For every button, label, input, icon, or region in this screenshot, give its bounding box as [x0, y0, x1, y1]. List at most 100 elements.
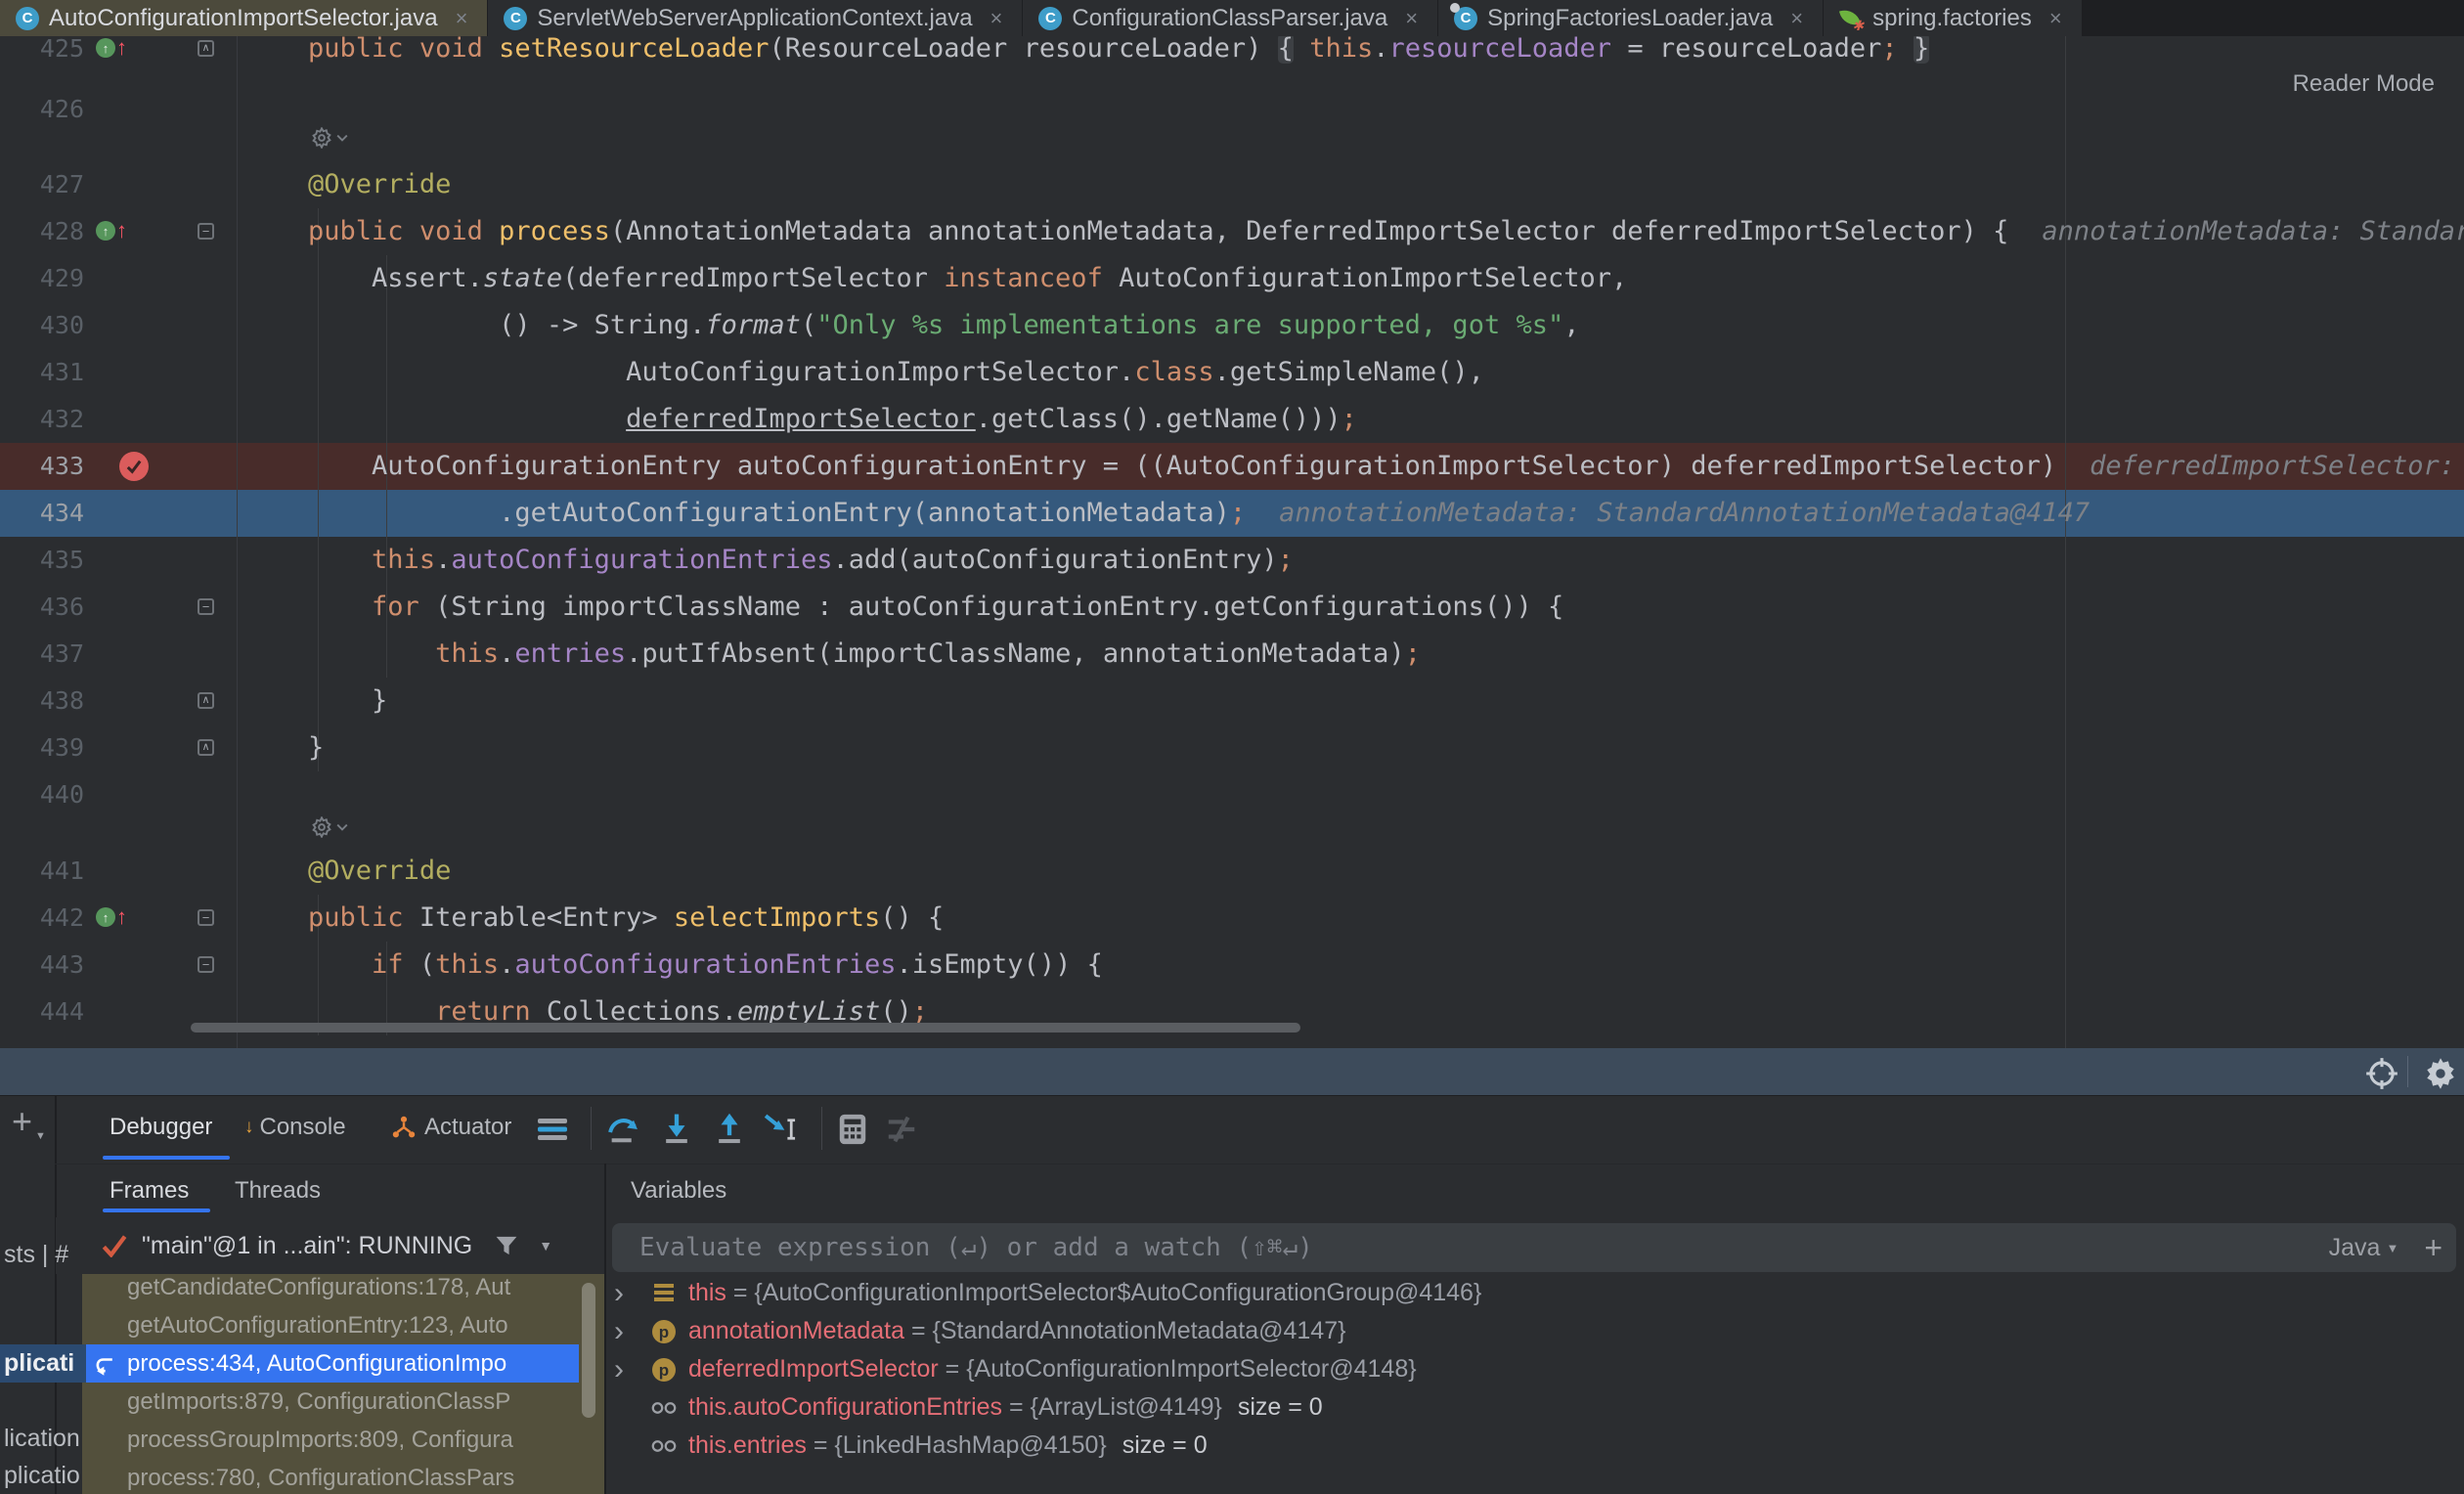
editor-tab-0[interactable]: CAutoConfigurationImportSelector.java×: [0, 0, 488, 36]
chevron-down-icon[interactable]: ▼: [2386, 1241, 2398, 1255]
filter-funnel-icon[interactable]: [494, 1234, 519, 1257]
settings-gear-icon[interactable]: [2423, 1056, 2458, 1091]
tool-tab-actuator[interactable]: Actuator: [391, 1095, 511, 1160]
editor-tab-3[interactable]: CSpringFactoriesLoader.java×: [1438, 0, 1824, 36]
rail-item-3[interactable]: plicatio: [0, 1458, 80, 1494]
line-number-434[interactable]: 434: [0, 490, 84, 537]
line-number-439[interactable]: 439: [0, 725, 84, 771]
step-into-icon[interactable]: [657, 1110, 696, 1149]
close-icon[interactable]: ×: [1405, 8, 1418, 29]
fold-collapse-icon[interactable]: −: [198, 909, 214, 926]
panel-divider[interactable]: [604, 1164, 606, 1494]
code-line-442[interactable]: public Iterable<Entry> selectImports() {: [244, 895, 944, 942]
fold-collapse-icon[interactable]: −: [198, 956, 214, 973]
evaluate-expression-input[interactable]: Evaluate expression (↵) or add a watch (…: [612, 1223, 2456, 1272]
code-line-438[interactable]: }: [244, 678, 387, 725]
frame-row-0[interactable]: getCandidateConfigurations:178, Aut: [82, 1274, 579, 1306]
frame-row-4[interactable]: processGroupImports:809, Configura: [82, 1421, 579, 1459]
variable-row-0[interactable]: ›this = {AutoConfigurationImportSelector…: [606, 1274, 2464, 1312]
rail-item-1[interactable]: plicati: [0, 1344, 86, 1383]
fold-collapse-icon[interactable]: −: [198, 598, 214, 615]
frames-list[interactable]: getCandidateConfigurations:178, AutgetAu…: [82, 1274, 604, 1494]
frame-row-2[interactable]: process:434, AutoConfigurationImpo: [82, 1344, 579, 1383]
line-number-444[interactable]: 444: [0, 989, 84, 1035]
override-method-icon[interactable]: ↑↑: [96, 907, 127, 927]
code-vision-gear-icon[interactable]: [311, 127, 348, 149]
fold-end-icon[interactable]: ∧: [198, 739, 214, 756]
expand-chevron-icon[interactable]: ›: [614, 1312, 624, 1350]
override-method-icon[interactable]: ↑↑: [96, 38, 127, 58]
rail-item-2[interactable]: lication: [0, 1420, 80, 1458]
line-number-429[interactable]: 429: [0, 255, 84, 302]
variable-row-4[interactable]: this.entries = {LinkedHashMap@4150}size …: [606, 1427, 2464, 1465]
variables-tree[interactable]: ›this = {AutoConfigurationImportSelector…: [606, 1274, 2464, 1494]
frame-row-3[interactable]: getImports:879, ConfigurationClassP: [82, 1383, 579, 1421]
override-method-icon[interactable]: ↑↑: [96, 221, 127, 241]
line-number-437[interactable]: 437: [0, 631, 84, 678]
line-number-436[interactable]: 436: [0, 584, 84, 631]
close-icon[interactable]: ×: [2049, 8, 2062, 29]
code-vision-gear-icon[interactable]: [311, 816, 348, 838]
variable-row-2[interactable]: ›pdeferredImportSelector = {AutoConfigur…: [606, 1350, 2464, 1388]
line-number-435[interactable]: 435: [0, 537, 84, 584]
expand-chevron-icon[interactable]: ›: [614, 1274, 624, 1312]
language-selector[interactable]: Java: [2329, 1234, 2381, 1262]
fold-collapse-icon[interactable]: −: [198, 223, 214, 240]
code-line-434[interactable]: .getAutoConfigurationEntry(annotationMet…: [244, 490, 2090, 537]
code-line-427[interactable]: @Override: [244, 161, 451, 208]
code-line-443[interactable]: if (this.autoConfigurationEntries.isEmpt…: [244, 942, 1103, 989]
show-execution-point-icon[interactable]: [2364, 1056, 2399, 1091]
editor-tab-1[interactable]: CServletWebServerApplicationContext.java…: [488, 0, 1023, 36]
fold-end-icon[interactable]: ∧: [198, 692, 214, 709]
code-line-441[interactable]: @Override: [244, 848, 451, 895]
tool-tab-console[interactable]: ↓ Console: [244, 1095, 346, 1160]
frame-row-5[interactable]: process:780, ConfigurationClassPars: [82, 1459, 579, 1494]
line-number-431[interactable]: 431: [0, 349, 84, 396]
breakpoint-icon[interactable]: [119, 452, 149, 481]
line-number-441[interactable]: 441: [0, 848, 84, 895]
line-number-438[interactable]: 438: [0, 678, 84, 725]
step-over-icon[interactable]: [604, 1110, 643, 1149]
line-number-440[interactable]: 440: [0, 771, 84, 818]
code-line-429[interactable]: Assert.state(deferredImportSelector inst…: [244, 255, 1627, 302]
line-number-442[interactable]: 442: [0, 895, 84, 942]
frames-scrollbar[interactable]: [582, 1283, 595, 1418]
code-line-439[interactable]: }: [244, 725, 324, 771]
line-number-433[interactable]: 433: [0, 443, 84, 490]
code-line-437[interactable]: this.entries.putIfAbsent(importClassName…: [244, 631, 1421, 678]
close-icon[interactable]: ×: [990, 8, 1003, 29]
close-icon[interactable]: ×: [1790, 8, 1803, 29]
line-number-430[interactable]: 430: [0, 302, 84, 349]
code-line-433[interactable]: AutoConfigurationEntry autoConfiguration…: [244, 443, 2464, 490]
fold-end-icon[interactable]: ∧: [198, 40, 214, 57]
run-to-cursor-icon[interactable]: [763, 1110, 802, 1149]
add-button[interactable]: +▼: [12, 1101, 32, 1142]
editor-horizontal-scrollbar[interactable]: [191, 1023, 1300, 1033]
code-line-431[interactable]: AutoConfigurationImportSelector.class.ge…: [244, 349, 1484, 396]
layout-settings-icon[interactable]: [533, 1110, 572, 1149]
line-number-426[interactable]: 426: [0, 86, 84, 133]
line-number-432[interactable]: 432: [0, 396, 84, 443]
chevron-down-icon[interactable]: ▼: [539, 1238, 552, 1253]
editor-tab-4[interactable]: ✱spring.factories×: [1824, 0, 2083, 36]
variable-row-3[interactable]: this.autoConfigurationEntries = {ArrayLi…: [606, 1388, 2464, 1427]
expand-chevron-icon[interactable]: ›: [614, 1350, 624, 1388]
reader-mode-toggle[interactable]: Reader Mode: [2293, 70, 2435, 98]
code-line-432[interactable]: deferredImportSelector.getClass().getNam…: [244, 396, 1357, 443]
tool-tab-debugger[interactable]: Debugger: [110, 1095, 212, 1160]
step-out-icon[interactable]: [710, 1110, 749, 1149]
editor-tab-2[interactable]: CConfigurationClassParser.java×: [1023, 0, 1438, 36]
thread-selector[interactable]: "main"@1 in ...ain": RUNNING ▼: [56, 1217, 604, 1274]
frame-row-1[interactable]: getAutoConfigurationEntry:123, Auto: [82, 1306, 579, 1344]
code-line-428[interactable]: public void process(AnnotationMetadata a…: [244, 208, 2464, 255]
rail-item-0[interactable]: sts | #: [0, 1238, 68, 1271]
code-line-436[interactable]: for (String importClassName : autoConfig…: [244, 584, 1563, 631]
line-number-428[interactable]: 428: [0, 208, 84, 255]
evaluate-expression-icon[interactable]: [833, 1110, 872, 1149]
variable-row-1[interactable]: ›pannotationMetadata = {StandardAnnotati…: [606, 1312, 2464, 1350]
code-line-435[interactable]: this.autoConfigurationEntries.add(autoCo…: [244, 537, 1294, 584]
close-icon[interactable]: ×: [456, 8, 468, 29]
line-number-443[interactable]: 443: [0, 942, 84, 989]
trace-stream-icon[interactable]: [882, 1110, 921, 1149]
line-number-427[interactable]: 427: [0, 161, 84, 208]
